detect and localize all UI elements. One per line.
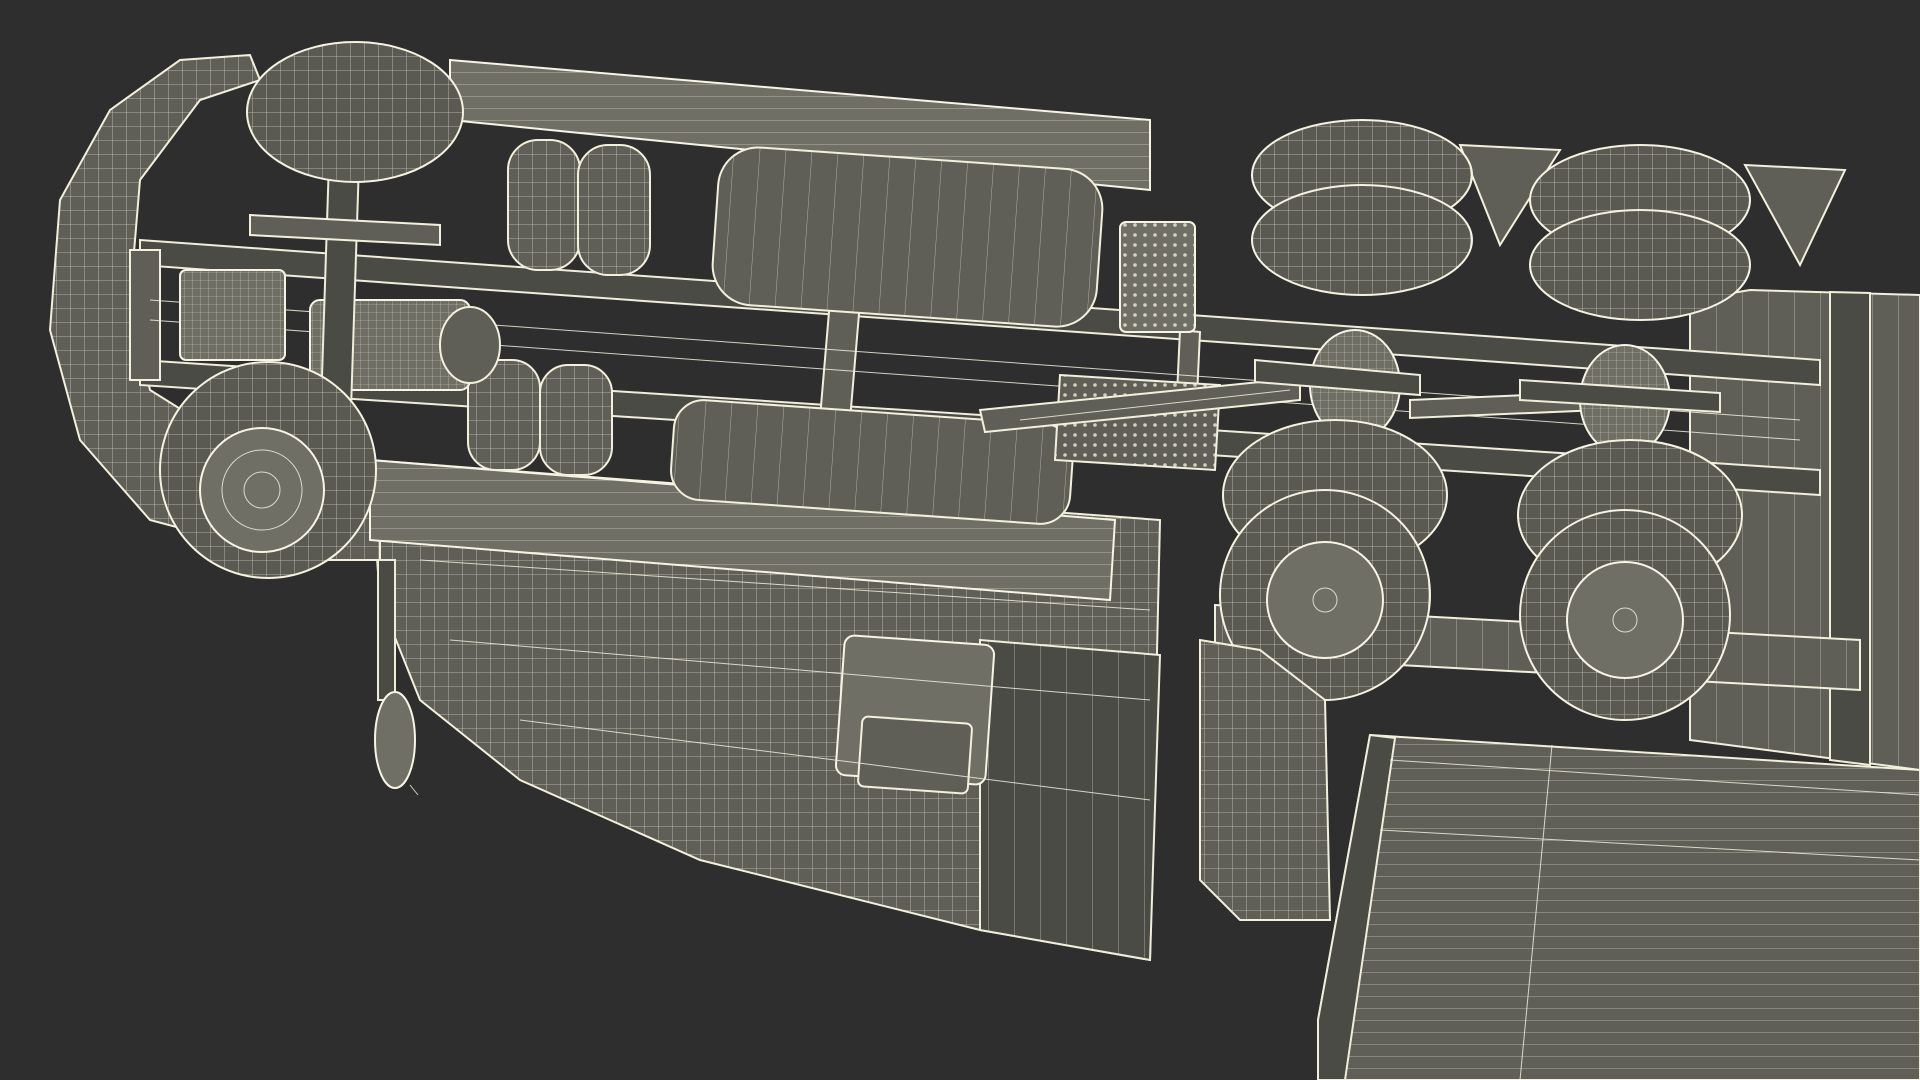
- truck-underside-render: [48, 41, 1920, 1080]
- rear-wheel-lower-rear: [1517, 439, 1743, 721]
- trailer-body: [1317, 733, 1920, 1080]
- rear-wheel-upper-front: [1251, 119, 1473, 296]
- rear-wheel-upper-rear: [1529, 144, 1751, 321]
- air-tanks: [467, 139, 651, 476]
- fuel-tank-upper: [711, 146, 1104, 328]
- front-wheel-upper: [246, 41, 464, 183]
- front-wheel-lower: [159, 361, 377, 579]
